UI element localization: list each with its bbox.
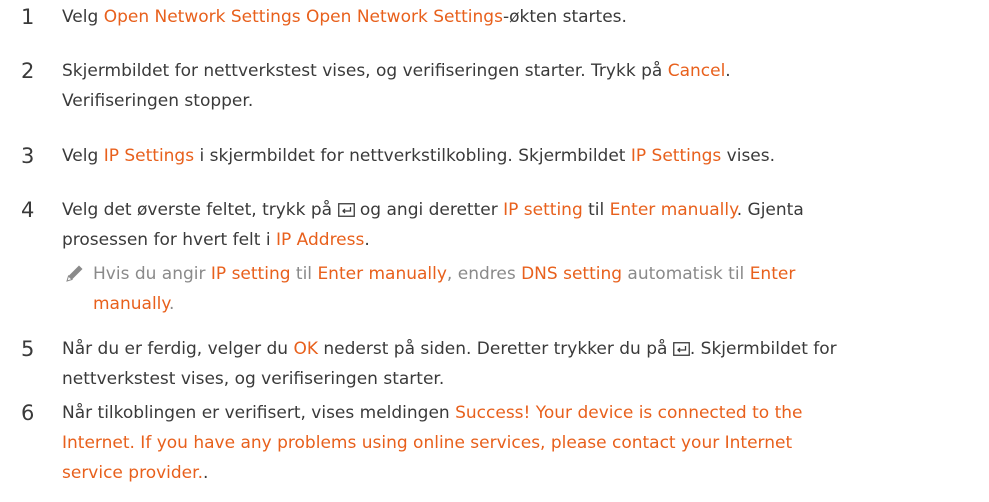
text-segment: Velg: [62, 146, 104, 166]
enter-key-icon: [672, 342, 690, 356]
text-segment: nettverkstest vises, og verifiseringen s…: [62, 369, 445, 389]
text-segment: til: [290, 264, 318, 284]
text-segment: og angi deretter: [354, 200, 504, 220]
text-segment: til: [582, 200, 610, 220]
ui-term: Internet. If you have any problems using…: [62, 433, 793, 453]
text-segment: i skjermbildet for nettverkstilkobling. …: [194, 146, 631, 166]
text-segment: Skjermbildet for nettverkstest vises, og…: [62, 61, 668, 81]
text-segment: .: [169, 294, 175, 314]
text-segment: prosessen for hvert felt i: [62, 230, 276, 250]
text-segment: . Gjenta: [736, 200, 804, 220]
text-segment: -økten startes.: [502, 7, 627, 27]
step-number: 6: [21, 401, 35, 425]
step-number: 3: [21, 144, 35, 168]
ui-term: Cancel: [667, 61, 726, 81]
ui-term: Enter manually: [317, 264, 447, 284]
step-text: Velg Open Network Settings Open Network …: [62, 2, 972, 32]
step-number: 2: [21, 59, 35, 83]
ui-term: service provider.: [62, 463, 203, 483]
ui-term: IP setting: [210, 264, 291, 284]
text-segment: vises.: [721, 146, 776, 166]
text-segment: automatisk til: [622, 264, 750, 284]
ui-term: OK: [293, 339, 318, 359]
ui-term: IP Settings: [103, 146, 195, 166]
step-number: 4: [21, 198, 35, 222]
step-text: Når tilkoblingen er verifisert, vises me…: [62, 398, 972, 488]
text-segment: Velg: [62, 7, 104, 27]
note-text: Hvis du angir IP setting til Enter manua…: [93, 259, 973, 319]
ui-term: manually: [93, 294, 170, 314]
ui-term: Open Network Settings Open Network Setti…: [103, 7, 503, 27]
text-segment: Verifiseringen stopper.: [62, 91, 254, 111]
text-segment: Når du er ferdig, velger du: [62, 339, 294, 359]
ui-term: DNS setting: [521, 264, 623, 284]
step-number: 5: [21, 337, 35, 361]
ui-term: Success! Your device is connected to the: [455, 403, 803, 423]
step-text: Velg IP Settings i skjermbildet for nett…: [62, 141, 972, 171]
text-segment: .: [364, 230, 370, 250]
ui-term: IP Settings: [630, 146, 722, 166]
enter-key-icon: [337, 203, 355, 217]
step-text: Velg det øverste feltet, trykk på og ang…: [62, 195, 972, 255]
text-segment: .: [725, 61, 731, 81]
step-text: Når du er ferdig, velger du OK nederst p…: [62, 334, 972, 394]
text-segment: .: [202, 463, 209, 483]
text-segment: Velg det øverste feltet, trykk på: [62, 200, 338, 220]
text-segment: Når tilkoblingen er verifisert, vises me…: [62, 403, 456, 423]
ui-term: Enter: [749, 264, 796, 284]
text-segment: Hvis du angir: [93, 264, 211, 284]
ui-term: IP Address: [275, 230, 365, 250]
step-number: 1: [21, 5, 35, 29]
pencil-icon: [66, 265, 83, 282]
text-segment: . Skjermbildet for: [689, 339, 837, 359]
step-text: Skjermbildet for nettverkstest vises, og…: [62, 56, 972, 116]
ui-term: IP setting: [503, 200, 583, 220]
text-segment: nederst på siden. Deretter trykker du på: [317, 339, 673, 359]
text-segment: , endres: [446, 264, 522, 284]
ui-term: Enter manually: [609, 200, 737, 220]
